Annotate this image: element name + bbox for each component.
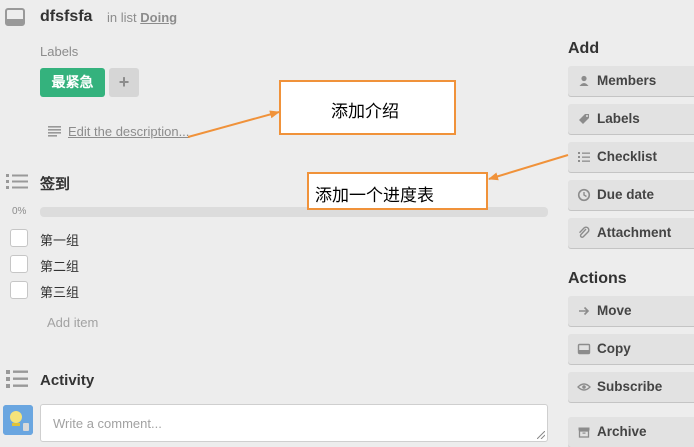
description-annotation: 添加介绍 — [279, 80, 456, 135]
description-annotation-text: 添加介绍 — [331, 102, 399, 122]
annotation-arrows — [187, 110, 569, 181]
checklist-annotation: 添加一个进度表 — [307, 172, 488, 210]
checklist-annotation-text: 添加一个进度表 — [315, 186, 434, 206]
checklist-arrow — [488, 154, 569, 181]
description-arrow — [187, 110, 280, 138]
